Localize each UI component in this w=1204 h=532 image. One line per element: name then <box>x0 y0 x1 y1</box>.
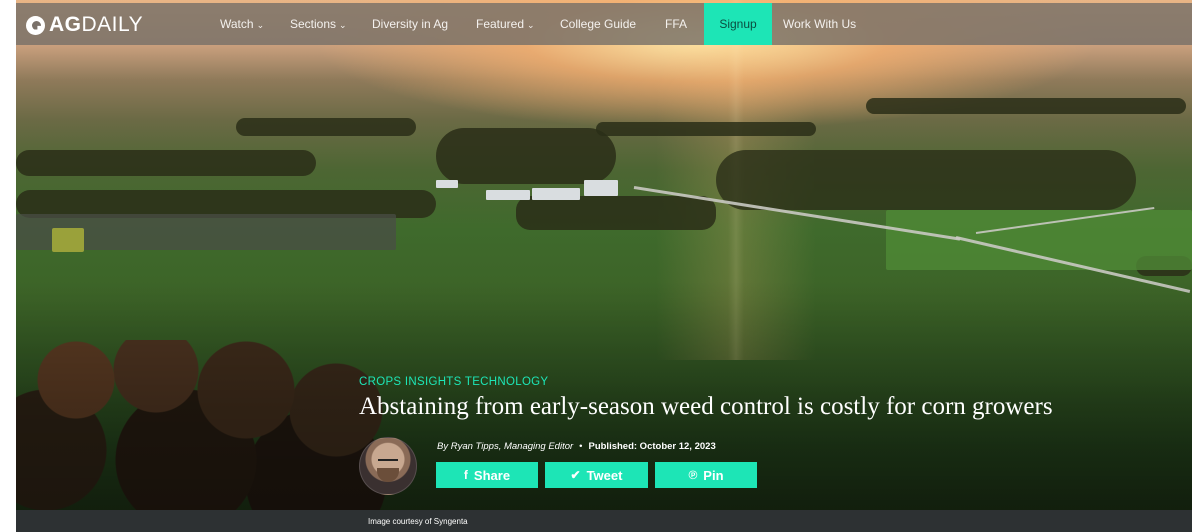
nav-item-featured[interactable]: Featured ⌄ <box>476 3 535 45</box>
nav-item-college-guide[interactable]: College Guide <box>560 3 636 45</box>
top-navbar: AG DAILY Watch ⌄ Sections ⌄ Diversity in A… <box>16 3 1192 45</box>
share-facebook-button[interactable]: f Share <box>436 462 538 488</box>
nav-item-signup[interactable]: Signup <box>704 3 772 45</box>
image-caption-bar: Image courtesy of Syngenta <box>16 510 1192 532</box>
page-frame: AG DAILY Watch ⌄ Sections ⌄ Diversity in A… <box>16 0 1192 532</box>
chevron-down-icon: ⌄ <box>339 20 347 30</box>
article-headline: Abstaining from early-season weed contro… <box>359 393 1053 420</box>
share-button-label: Tweet <box>586 467 623 483</box>
agdaily-logo[interactable]: AG DAILY <box>26 13 143 37</box>
chevron-down-icon: ⌄ <box>256 20 265 30</box>
hero-image <box>16 0 1192 510</box>
nav-item-label: College Guide <box>560 17 637 31</box>
nav-item-sections[interactable]: Sections ⌄ <box>290 3 347 45</box>
nav-item-label: Signup <box>719 17 757 31</box>
share-twitter-button[interactable]: ✔ Tweet <box>545 462 648 488</box>
nav-item-label: Watch <box>220 17 254 31</box>
article-byline: By Ryan Tipps, Managing Editor • Published… <box>437 441 716 452</box>
glasses-shape <box>378 459 398 465</box>
byline-separator: • <box>579 441 583 452</box>
nav-item-label: Sections <box>290 17 337 31</box>
nav-item-label: Diversity in Ag <box>372 17 449 31</box>
logo-mark-icon <box>26 15 45 35</box>
article-category-links[interactable]: CROPS INSIGHTS TECHNOLOGY <box>359 376 548 388</box>
nav-item-label: FFA <box>665 17 688 31</box>
image-caption: Image courtesy of Syngenta <box>368 517 468 526</box>
logo-text-light: DAILY <box>81 13 144 36</box>
nav-item-diversity-in-ag[interactable]: Diversity in Ag <box>372 3 448 45</box>
twitter-icon: ✔ <box>570 468 581 482</box>
author-name[interactable]: By Ryan Tipps, Managing Editor <box>437 441 573 452</box>
share-button-label: Share <box>473 467 511 483</box>
beard-shape <box>377 468 399 482</box>
publish-date: Published: October 12, 2023 <box>588 441 716 452</box>
nav-item-watch[interactable]: Watch ⌄ <box>220 3 264 45</box>
nav-item-work-with-us[interactable]: Work With Us <box>783 3 856 45</box>
nav-item-label: Featured <box>476 17 525 31</box>
hero-shade <box>16 0 1192 510</box>
pinterest-icon: ℗ <box>688 468 698 482</box>
chevron-down-icon: ⌄ <box>527 20 535 30</box>
logo-text-bold: AG <box>49 13 82 36</box>
nav-item-label: Work With Us <box>783 17 857 31</box>
share-button-label: Pin <box>703 467 724 483</box>
facebook-icon: f <box>463 468 468 482</box>
share-pinterest-button[interactable]: ℗ Pin <box>655 462 757 488</box>
nav-item-ffa[interactable]: FFA <box>665 3 687 45</box>
author-avatar[interactable] <box>359 437 417 495</box>
